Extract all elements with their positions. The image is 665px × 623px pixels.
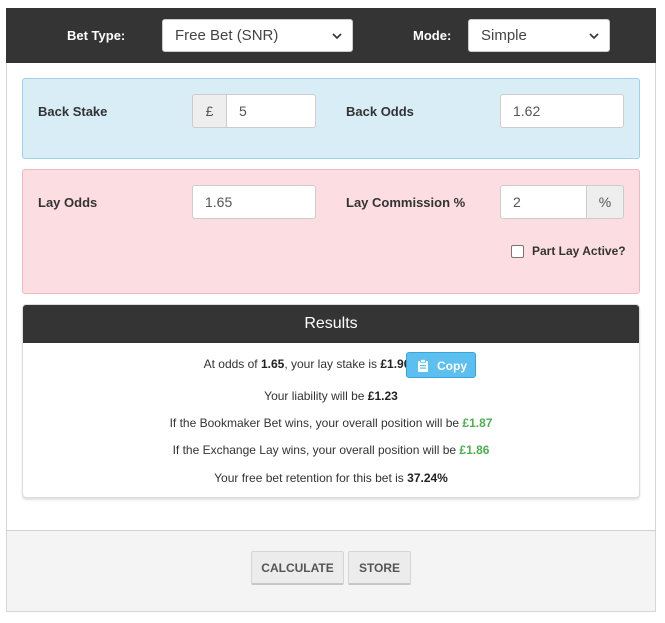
lay-commission-label: Lay Commission % [346, 195, 466, 210]
lay-commission-input[interactable]: 2 [500, 185, 587, 219]
back-odds-input[interactable]: 1.62 [500, 94, 624, 128]
bookmaker-wins-text: If the Bookmaker Bet wins, your overall … [169, 416, 463, 430]
part-lay-checkbox[interactable] [511, 245, 524, 258]
results-title: Results [23, 305, 639, 343]
clipboard-icon [418, 359, 428, 372]
bet-type-label: Bet Type: [67, 28, 126, 43]
lay-odds-input[interactable]: 1.65 [192, 185, 316, 219]
copy-button[interactable]: Copy [406, 352, 476, 378]
mode-label: Mode: [413, 28, 452, 43]
lay-stake-line: At odds of 1.65, your lay stake is £1.90 [23, 357, 591, 371]
retention-value: 37.24% [407, 471, 448, 485]
exchange-wins-line: If the Exchange Lay wins, your overall p… [23, 443, 639, 457]
chevron-down-icon [589, 33, 599, 40]
liability-line: Your liability will be £1.23 [23, 389, 639, 403]
copy-label: Copy [437, 359, 467, 373]
calculate-button[interactable]: CALCULATE [251, 551, 344, 585]
lay-stake-text-2: , your lay stake is [284, 357, 381, 371]
bet-type-value: Free Bet (SNR) [175, 27, 279, 44]
settings-bar: Bet Type: Free Bet (SNR) Mode: Simple [6, 8, 656, 63]
exchange-wins-value: £1.86 [459, 443, 490, 457]
bet-type-select[interactable]: Free Bet (SNR) [162, 19, 353, 52]
exchange-wins-text: If the Exchange Lay wins, your overall p… [172, 443, 460, 457]
liability-text: Your liability will be [264, 389, 368, 403]
lay-odds-value: 1.65 [260, 357, 285, 371]
back-stake-label: Back Stake [38, 104, 108, 119]
currency-addon: £ [192, 94, 227, 128]
bookmaker-wins-value: £1.87 [462, 416, 493, 430]
store-button[interactable]: STORE [348, 551, 411, 585]
results-panel: Results At odds of 1.65, your lay stake … [22, 304, 640, 498]
lay-odds-label: Lay Odds [38, 195, 98, 210]
chevron-down-icon [332, 33, 342, 40]
mode-select[interactable]: Simple [468, 19, 610, 52]
bookmaker-wins-line: If the Bookmaker Bet wins, your overall … [23, 416, 639, 430]
liability-value: £1.23 [367, 389, 398, 403]
percent-addon: % [586, 185, 624, 219]
part-lay-label: Part Lay Active? [532, 244, 626, 258]
back-stake-input[interactable]: 5 [226, 94, 316, 128]
lay-stake-text-1: At odds of [203, 357, 261, 371]
retention-text: Your free bet retention for this bet is [214, 471, 408, 485]
back-odds-label: Back Odds [346, 104, 414, 119]
mode-value: Simple [481, 27, 527, 44]
retention-line: Your free bet retention for this bet is … [23, 471, 639, 485]
